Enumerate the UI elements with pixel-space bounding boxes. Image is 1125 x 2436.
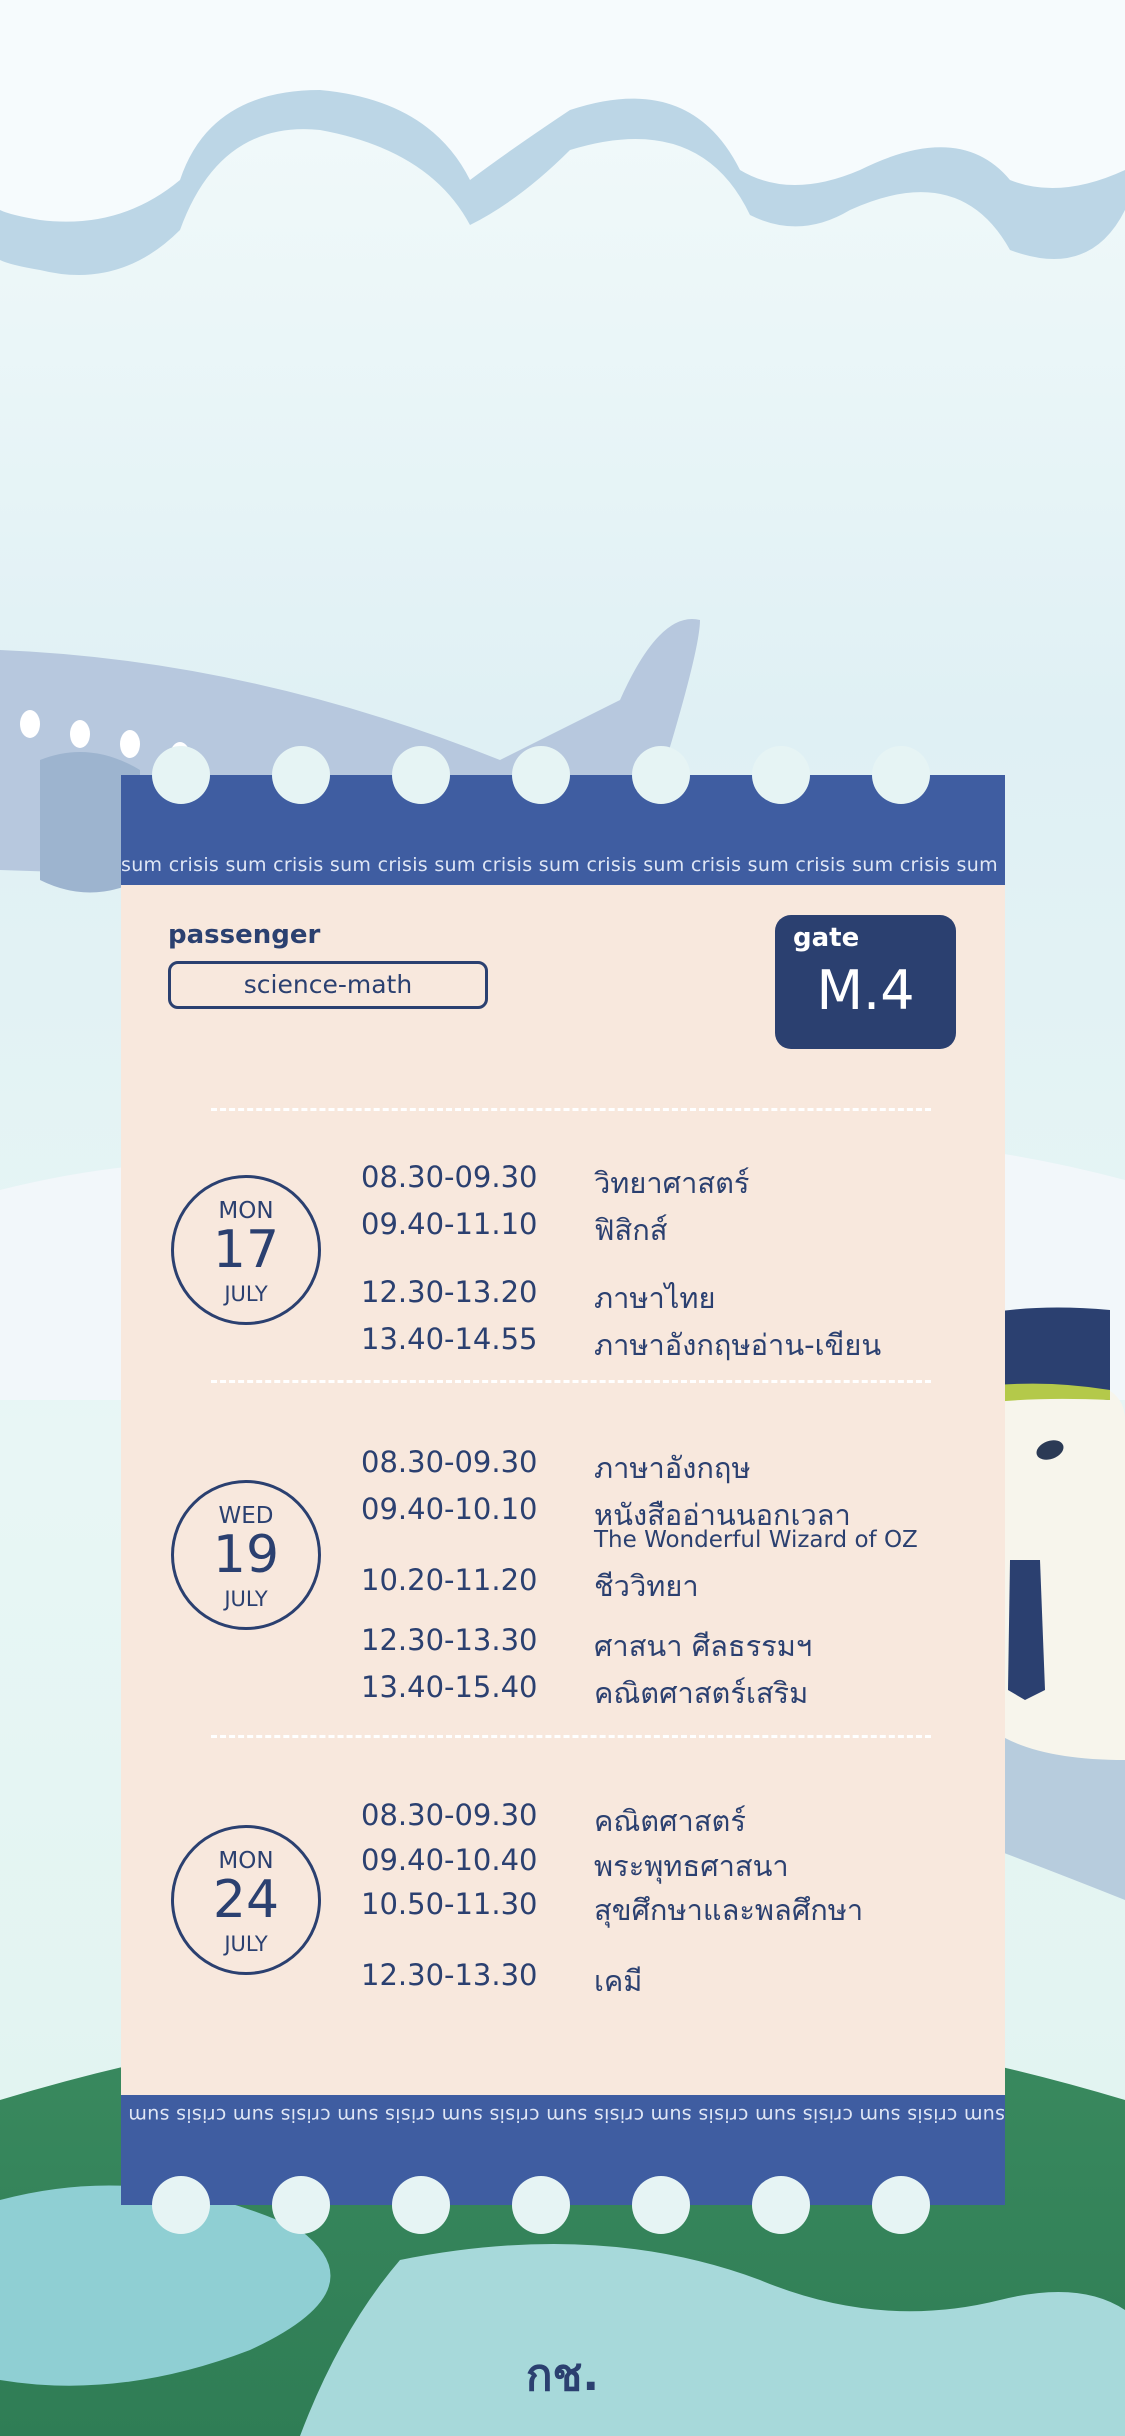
slot-time: 08.30-09.30: [361, 1445, 538, 1479]
slot-subject: ภาษาอังกฤษ: [594, 1451, 751, 1485]
ticket-notch: [392, 2176, 450, 2234]
slot-subject: ชีววิทยา: [594, 1569, 699, 1603]
gate-box: gate M.4: [775, 915, 956, 1049]
slot-subject: ภาษาอังกฤษอ่าน-เขียน: [594, 1328, 882, 1362]
slot-time: 08.30-09.30: [361, 1160, 538, 1194]
slot-subject: คณิตศาสตร์เสริม: [594, 1676, 809, 1710]
ticket-notch: [152, 2176, 210, 2234]
slot-time: 09.40-10.40: [361, 1843, 538, 1877]
ticket-notch: [752, 2176, 810, 2234]
slot-subject: คณิตศาสตร์: [594, 1804, 746, 1838]
gate-value: M.4: [816, 959, 915, 1022]
slot-time: 12.30-13.30: [361, 1623, 538, 1657]
date-badge: MON 24 JULY: [171, 1825, 321, 1975]
slot-time: 13.40-14.55: [361, 1322, 538, 1356]
ticket-notch: [872, 746, 930, 804]
divider: [211, 1380, 931, 1383]
slot-time: 09.40-10.10: [361, 1492, 538, 1526]
slot-time: 08.30-09.30: [361, 1798, 538, 1832]
ticket-strip-text-bottom: sum crisis sum crisis sum crisis sum cri…: [121, 2104, 1005, 2126]
ticket-notch: [632, 2176, 690, 2234]
day-number: 19: [212, 1525, 280, 1585]
divider: [211, 1108, 931, 1111]
slot-subject: พระพุทธศาสนา: [594, 1849, 789, 1883]
slot-subject: เคมี: [594, 1964, 643, 1998]
footer-logo: กช.: [525, 2350, 600, 2401]
ticket-notch: [272, 746, 330, 804]
ticket-strip-text-top: sum crisis sum crisis sum crisis sum cri…: [121, 854, 1005, 876]
slot-subject: วิทยาศาสตร์: [594, 1166, 750, 1200]
month: JULY: [224, 1282, 268, 1306]
slot-time: 10.50-11.30: [361, 1887, 538, 1921]
ticket-notch: [872, 2176, 930, 2234]
slot-subject: ศาสนา ศีลธรรมฯ: [594, 1629, 813, 1663]
date-badge: MON 17 JULY: [171, 1175, 321, 1325]
slot-time: 12.30-13.30: [361, 1958, 538, 1992]
date-badge: WED 19 JULY: [171, 1480, 321, 1630]
boarding-ticket: sum crisis sum crisis sum crisis sum cri…: [121, 746, 1005, 2234]
day-number: 24: [212, 1870, 280, 1930]
gate-label: gate: [793, 923, 860, 953]
ticket-notch: [512, 2176, 570, 2234]
ticket-notch: [392, 746, 450, 804]
slot-subtitle: The Wonderful Wizard of OZ: [594, 1527, 918, 1553]
slot-time: 12.30-13.20: [361, 1275, 538, 1309]
slot-time: 09.40-11.10: [361, 1207, 538, 1241]
ticket-notch: [752, 746, 810, 804]
slot-subject: ฟิสิกส์: [594, 1213, 668, 1247]
slot-time: 13.40-15.40: [361, 1670, 538, 1704]
ticket-notch: [272, 2176, 330, 2234]
slot-subject: ภาษาไทย: [594, 1281, 716, 1315]
day-number: 17: [212, 1220, 280, 1280]
passenger-value: science-math: [168, 961, 488, 1009]
ticket-notch: [632, 746, 690, 804]
month: JULY: [224, 1587, 268, 1611]
slot-time: 10.20-11.20: [361, 1563, 538, 1597]
ticket-notch: [152, 746, 210, 804]
divider: [211, 1735, 931, 1738]
month: JULY: [224, 1932, 268, 1956]
passenger-label: passenger: [168, 920, 321, 950]
ticket-notch: [512, 746, 570, 804]
slot-subject: สุขศึกษาและพลศึกษา: [594, 1893, 864, 1927]
